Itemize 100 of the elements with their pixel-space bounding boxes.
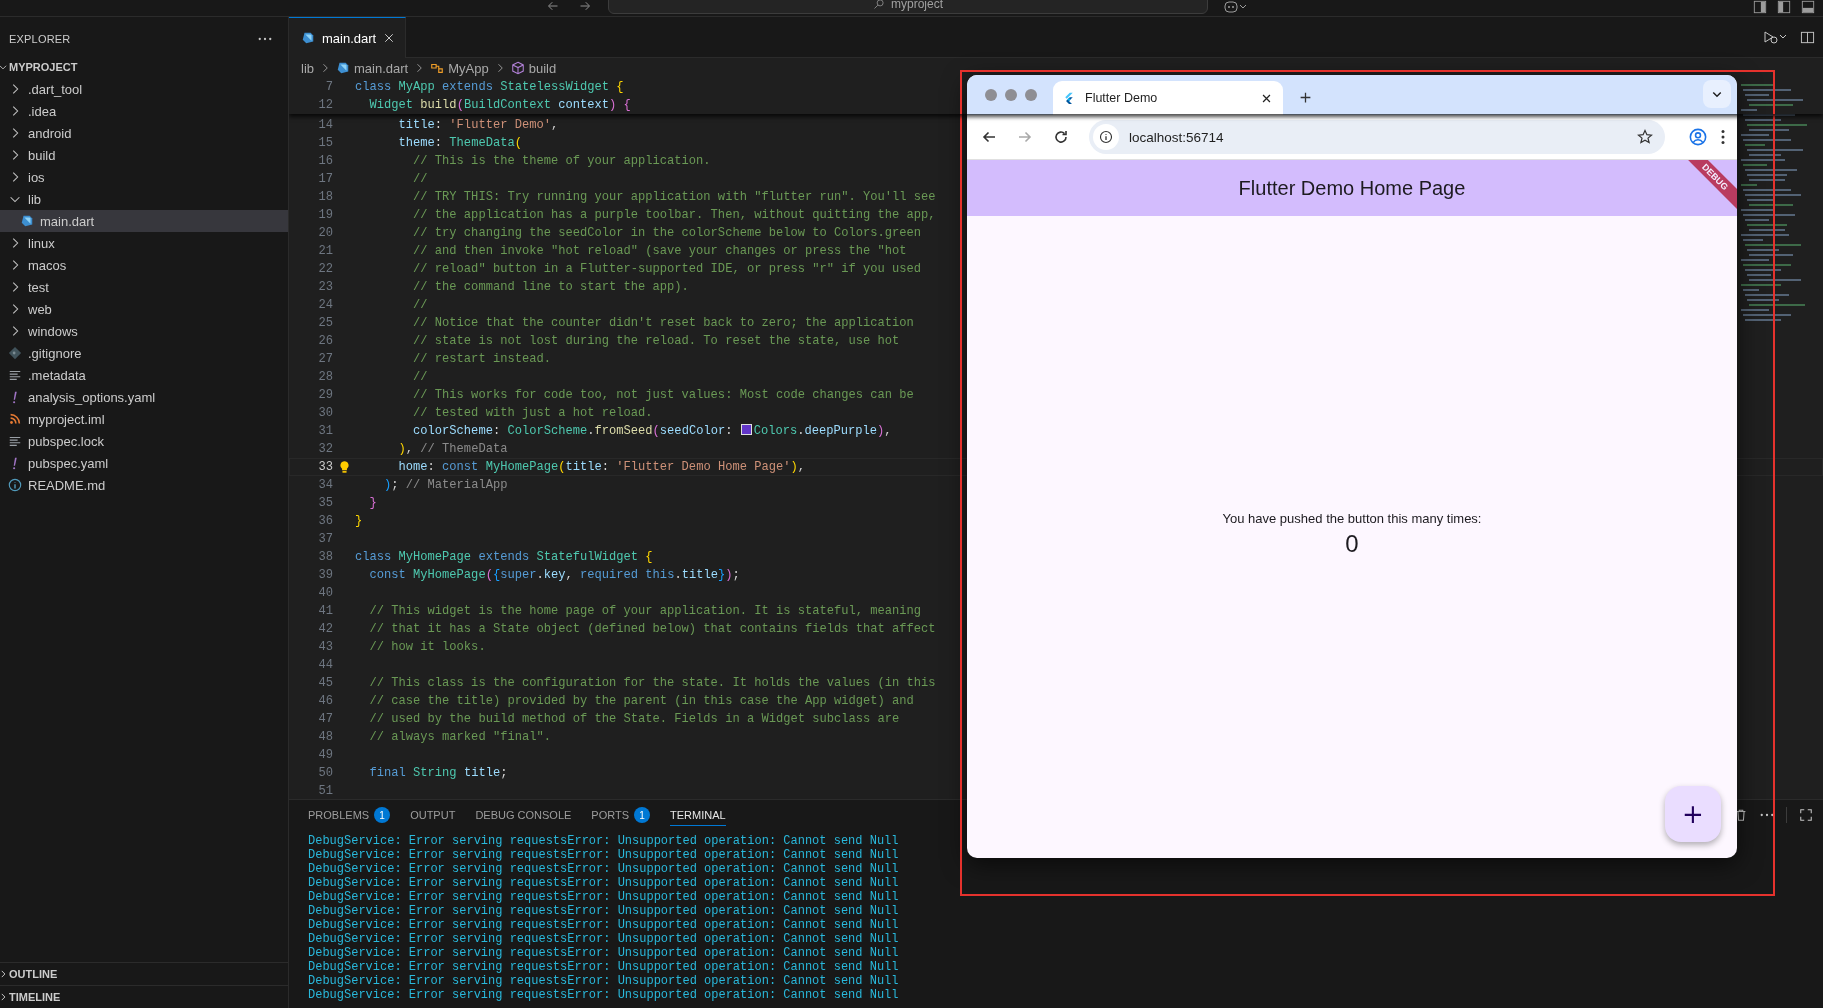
- count-badge: 1: [374, 807, 391, 823]
- profile-icon[interactable]: [1689, 128, 1707, 146]
- code-line: final String title;: [368, 766, 508, 780]
- bottom-panel-layout-icon[interactable]: [1801, 0, 1815, 14]
- panel-tab[interactable]: PROBLEMS 1: [308, 804, 391, 826]
- search-icon: [873, 0, 885, 10]
- panel-tab[interactable]: OUTPUT: [410, 804, 456, 826]
- more-icon[interactable]: [1760, 813, 1774, 817]
- terminal-output-line: DebugService: Error serving requestsError: Unsupported operation: Cannot send Null: [308, 862, 900, 876]
- line-number: 15: [317, 136, 333, 150]
- code-line: // tested with just a hot reload.: [412, 406, 653, 420]
- line-number: 25: [317, 316, 333, 330]
- line-number: 49: [317, 748, 333, 762]
- code-line: // reload" button in a Flutter-supported IDE, or press "r" if you used: [412, 262, 922, 276]
- code-line: home: const MyHomePage(title: 'Flutter Demo Home Page'),: [397, 460, 805, 474]
- code-line: class MyApp extends StatelessWidget {: [355, 80, 624, 94]
- breadcrumb-item[interactable]: MyApp: [448, 60, 489, 76]
- line-number: 7: [324, 80, 333, 94]
- run-debug-icon[interactable]: [1762, 29, 1788, 45]
- increment-button[interactable]: +: [1665, 786, 1721, 842]
- tree-item[interactable]: pubspec.yaml: [0, 452, 288, 474]
- code-line: const MyHomePage({super.key, required this.title});: [368, 568, 740, 582]
- file-name: test: [28, 279, 49, 295]
- tree-item[interactable]: pubspec.lock: [0, 430, 288, 452]
- tree-item[interactable]: .idea: [0, 100, 288, 122]
- browser-tab[interactable]: Flutter Demo: [1053, 81, 1283, 115]
- flutter-logo-icon: [1063, 92, 1075, 104]
- code-line: title: 'Flutter Demo',: [397, 118, 559, 132]
- file-name: windows: [28, 323, 78, 339]
- breadcrumb-item[interactable]: main.dart: [354, 60, 409, 76]
- url-text: localhost:56714: [1129, 129, 1224, 145]
- file-name: .gitignore: [28, 345, 82, 361]
- star-icon[interactable]: [1637, 129, 1653, 145]
- tree-item[interactable]: ios: [0, 166, 288, 188]
- panel-layout-icon[interactable]: [1777, 0, 1791, 14]
- close-icon[interactable]: [383, 32, 396, 44]
- tree-item[interactable]: macos: [0, 254, 288, 276]
- panel-tab[interactable]: PORTS 1: [591, 804, 651, 826]
- tree-item[interactable]: .dart_tool: [0, 78, 288, 100]
- text-lines-icon: [8, 434, 22, 448]
- editor-tab[interactable]: main.dart: [289, 17, 407, 58]
- file-name: macos: [28, 257, 67, 273]
- tree-item[interactable]: analysis_options.yaml: [0, 386, 288, 408]
- code-line: //: [412, 370, 428, 384]
- address-bar[interactable]: localhost:56714: [1089, 120, 1665, 154]
- tree-item[interactable]: main.dart: [0, 210, 288, 232]
- tree-item[interactable]: myproject.iml: [0, 408, 288, 430]
- code-line: class MyHomePage extends StatefulWidget {: [355, 550, 653, 564]
- code-line: // and then invoke "hot reload" (save your changes or press the "hot: [412, 244, 907, 258]
- line-number: 42: [317, 622, 333, 636]
- breadcrumb-item[interactable]: lib: [301, 60, 314, 76]
- new-tab-icon[interactable]: [1299, 91, 1312, 104]
- split-editor-icon[interactable]: [1800, 29, 1815, 45]
- close-icon[interactable]: [1261, 92, 1272, 104]
- tree-item[interactable]: lib: [0, 188, 288, 210]
- code-line: // state is not lost during the reload. To reset the state, use hot: [412, 334, 900, 348]
- code-line: // try changing the seedColor in the colorScheme below to Colors.green: [412, 226, 922, 240]
- back-arrow-icon[interactable]: [981, 129, 997, 145]
- site-info-button[interactable]: [1093, 124, 1119, 150]
- maximize-icon[interactable]: [1799, 808, 1813, 822]
- copilot-icon[interactable]: [1222, 0, 1248, 14]
- line-number: 28: [317, 370, 333, 384]
- dart-file-icon: [336, 61, 350, 75]
- file-name: analysis_options.yaml: [28, 389, 156, 405]
- line-number: 16: [317, 154, 333, 168]
- reload-icon[interactable]: [1053, 129, 1069, 145]
- line-number: 34: [317, 478, 333, 492]
- count-badge: 1: [634, 807, 651, 823]
- tree-item[interactable]: windows: [0, 320, 288, 342]
- command-search-field[interactable]: myproject: [608, 0, 1208, 14]
- panel-tab[interactable]: TERMINAL: [670, 804, 726, 826]
- panel-tab[interactable]: DEBUG CONSOLE: [475, 804, 572, 826]
- tree-item[interactable]: .gitignore: [0, 342, 288, 364]
- tree-item[interactable]: .metadata: [0, 364, 288, 386]
- section-header[interactable]: TIMELINE: [0, 985, 288, 1008]
- dart-file-icon: [301, 31, 315, 45]
- file-name: web: [28, 301, 52, 317]
- tree-item[interactable]: test: [0, 276, 288, 298]
- more-actions-icon[interactable]: [258, 37, 272, 41]
- tree-item[interactable]: android: [0, 122, 288, 144]
- kebab-menu-icon[interactable]: [1721, 129, 1725, 145]
- chevron-down-icon: [0, 62, 8, 72]
- code-line: // always marked "final".: [368, 730, 551, 744]
- project-header[interactable]: MYPROJECT: [0, 56, 288, 78]
- tree-item[interactable]: web: [0, 298, 288, 320]
- class-icon: [430, 61, 445, 75]
- code-line: //: [412, 298, 428, 312]
- line-number: 29: [317, 388, 333, 402]
- tree-item[interactable]: README.md: [0, 474, 288, 496]
- tree-item[interactable]: build: [0, 144, 288, 166]
- terminal-output-line: DebugService: Error serving requestsError: Unsupported operation: Cannot send Null: [308, 890, 900, 904]
- lightbulb-icon[interactable]: [337, 460, 351, 474]
- section-header[interactable]: OUTLINE: [0, 962, 288, 985]
- code-line: //: [412, 172, 428, 186]
- trash-icon[interactable]: [1734, 808, 1748, 822]
- breadcrumb-item[interactable]: build: [528, 60, 557, 76]
- tree-item[interactable]: linux: [0, 232, 288, 254]
- line-number: 12: [317, 98, 333, 112]
- code-line: // This widget is the home page of your application. It is stateful, meaning: [368, 604, 922, 618]
- sidebar-layout-icon[interactable]: [1753, 0, 1767, 14]
